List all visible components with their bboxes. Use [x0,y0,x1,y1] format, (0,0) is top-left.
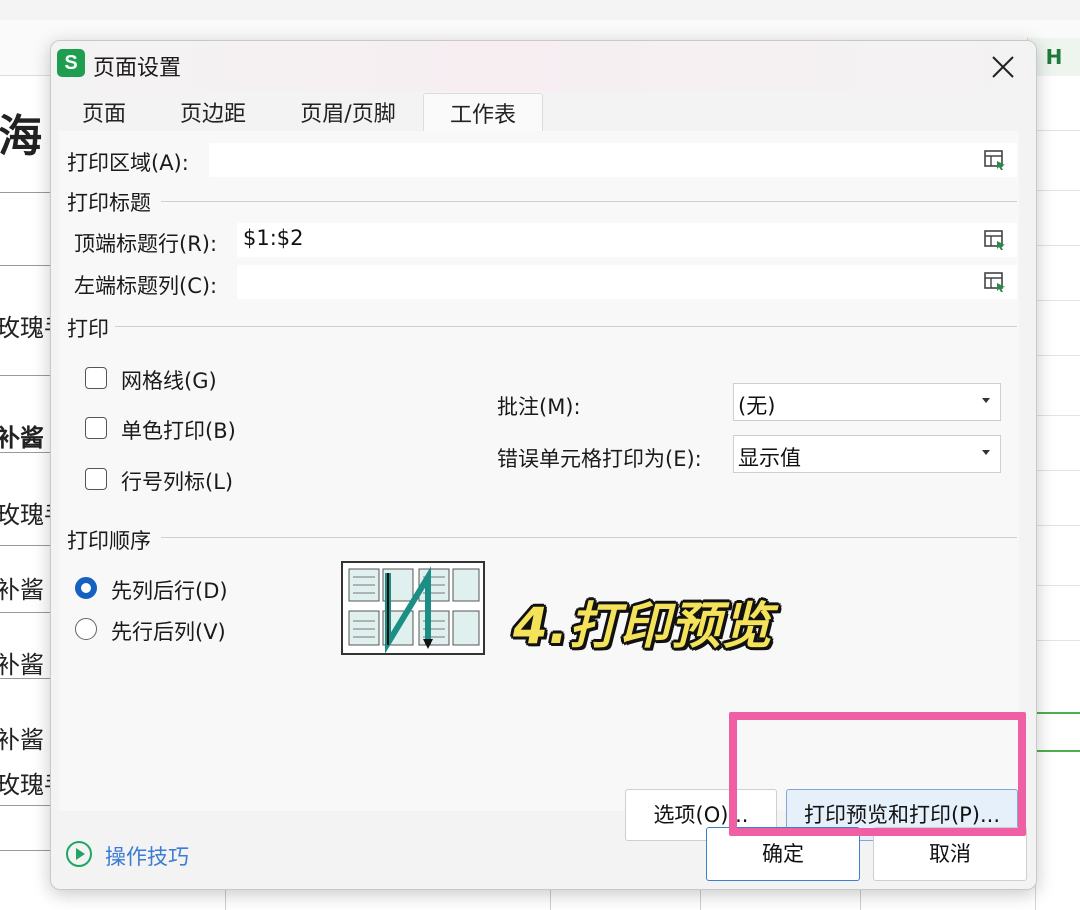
cell-fragment: 玫瑰手 [0,501,52,529]
grid-line [1035,640,1080,641]
cell-fragment: 补酱 [0,423,44,452]
cell-fragment: 补酱 [0,726,44,754]
cell-fragment: 玫瑰手 [0,314,52,342]
top-rows-label: 顶端标题行(R): [74,232,218,256]
selected-cell-border [1035,712,1080,714]
tab-margins[interactable]: 页边距 [153,93,273,133]
row-line [0,375,52,376]
section-divider [161,201,1017,202]
dialog-titlebar[interactable]: S 页面设置 [51,41,1036,91]
gridlines-checkbox[interactable] [85,367,107,389]
grid-vertical-line [700,888,701,910]
cell-fragment: 补酱 [0,576,44,604]
comments-select[interactable]: (无) [733,383,1001,421]
grid-line [1035,585,1080,586]
tab-page[interactable]: 页面 [57,93,151,133]
top-rows-input[interactable]: $1:$2 [237,223,1017,257]
sheet-title-fragment: 海 [0,111,42,162]
grid-line [1035,415,1080,416]
operation-tips-link[interactable]: 操作技巧 [105,841,189,871]
tab-header-footer[interactable]: 页眉/页脚 [275,93,421,133]
cell-errors-label: 错误单元格打印为(E): [497,447,702,471]
sheet-tab-panel: 打印区域(A): 打印标题 顶端标题行(R): $1:$2 左端标题列(C): [59,131,1019,841]
top-rows-value: $1:$2 [243,226,304,250]
comments-label: 批注(M): [497,395,581,419]
toolbar-band [0,0,1080,21]
grid-line [1035,300,1080,301]
close-button[interactable] [983,47,1023,87]
row-line [0,678,52,679]
grid-line [1035,190,1080,191]
row-line [0,612,52,613]
cell-errors-select[interactable]: 显示值 [733,435,1001,473]
row-line [0,265,52,266]
row-line [0,452,52,453]
close-icon [992,56,1014,78]
over-then-down-label: 先行后列(V) [111,620,226,644]
grid-vertical-line [550,888,551,910]
down-then-over-radio[interactable] [75,577,97,599]
grid-line [1035,130,1080,131]
row-col-headings-checkbox[interactable] [85,468,107,490]
dialog-title: 页面设置 [93,56,182,81]
grid-vertical-line [860,888,861,910]
cell-fragment: 补酱 [0,651,44,679]
monochrome-label: 单色打印(B) [121,419,236,443]
range-select-icon[interactable] [983,228,1007,252]
spreadsheet-app-icon: S [57,49,85,77]
comments-value: (无) [738,394,776,418]
left-cols-input[interactable] [237,265,1017,299]
grid-vertical-line [225,888,226,910]
grid-line [1035,355,1080,356]
over-then-down-radio[interactable] [75,618,97,640]
print-heading: 打印 [67,317,109,341]
left-cols-label: 左端标题列(C): [74,274,218,298]
page-order-heading: 打印顺序 [67,529,151,553]
tutorial-caption: 4.打印预览 [513,597,773,655]
row-line [0,805,52,806]
grid-line [1035,245,1080,246]
ok-button[interactable]: 确定 [706,827,860,881]
cancel-button[interactable]: 取消 [873,827,1027,881]
print-area-label: 打印区域(A): [67,151,189,175]
range-select-icon[interactable] [983,270,1007,294]
cell-fragment: 玫瑰手 [0,771,52,799]
selected-cell-border [1035,750,1080,752]
section-divider [161,537,1017,538]
row-col-headings-label: 行号列标(L) [121,470,234,494]
grid-line [1035,470,1080,471]
range-select-icon[interactable] [983,148,1007,172]
down-then-over-label: 先列后行(D) [111,579,228,603]
tab-sheet[interactable]: 工作表 [423,93,543,134]
row-line [0,192,52,193]
chevron-down-icon [982,450,990,455]
monochrome-checkbox[interactable] [85,417,107,439]
page-setup-dialog: S 页面设置 页面 页边距 页眉/页脚 工作表 打印区域(A): 打印标题 顶端… [50,40,1037,890]
grid-line [1035,525,1080,526]
chevron-down-icon [982,398,990,403]
row-line [0,850,52,851]
gridlines-label: 网格线(G) [121,369,217,393]
print-area-input[interactable] [209,143,1017,177]
row-line [0,545,52,546]
play-tips-icon[interactable] [66,841,92,867]
print-titles-heading: 打印标题 [67,191,151,215]
cell-errors-value: 显示值 [738,446,801,470]
section-divider [115,326,1017,327]
page-order-preview-image [341,561,485,655]
